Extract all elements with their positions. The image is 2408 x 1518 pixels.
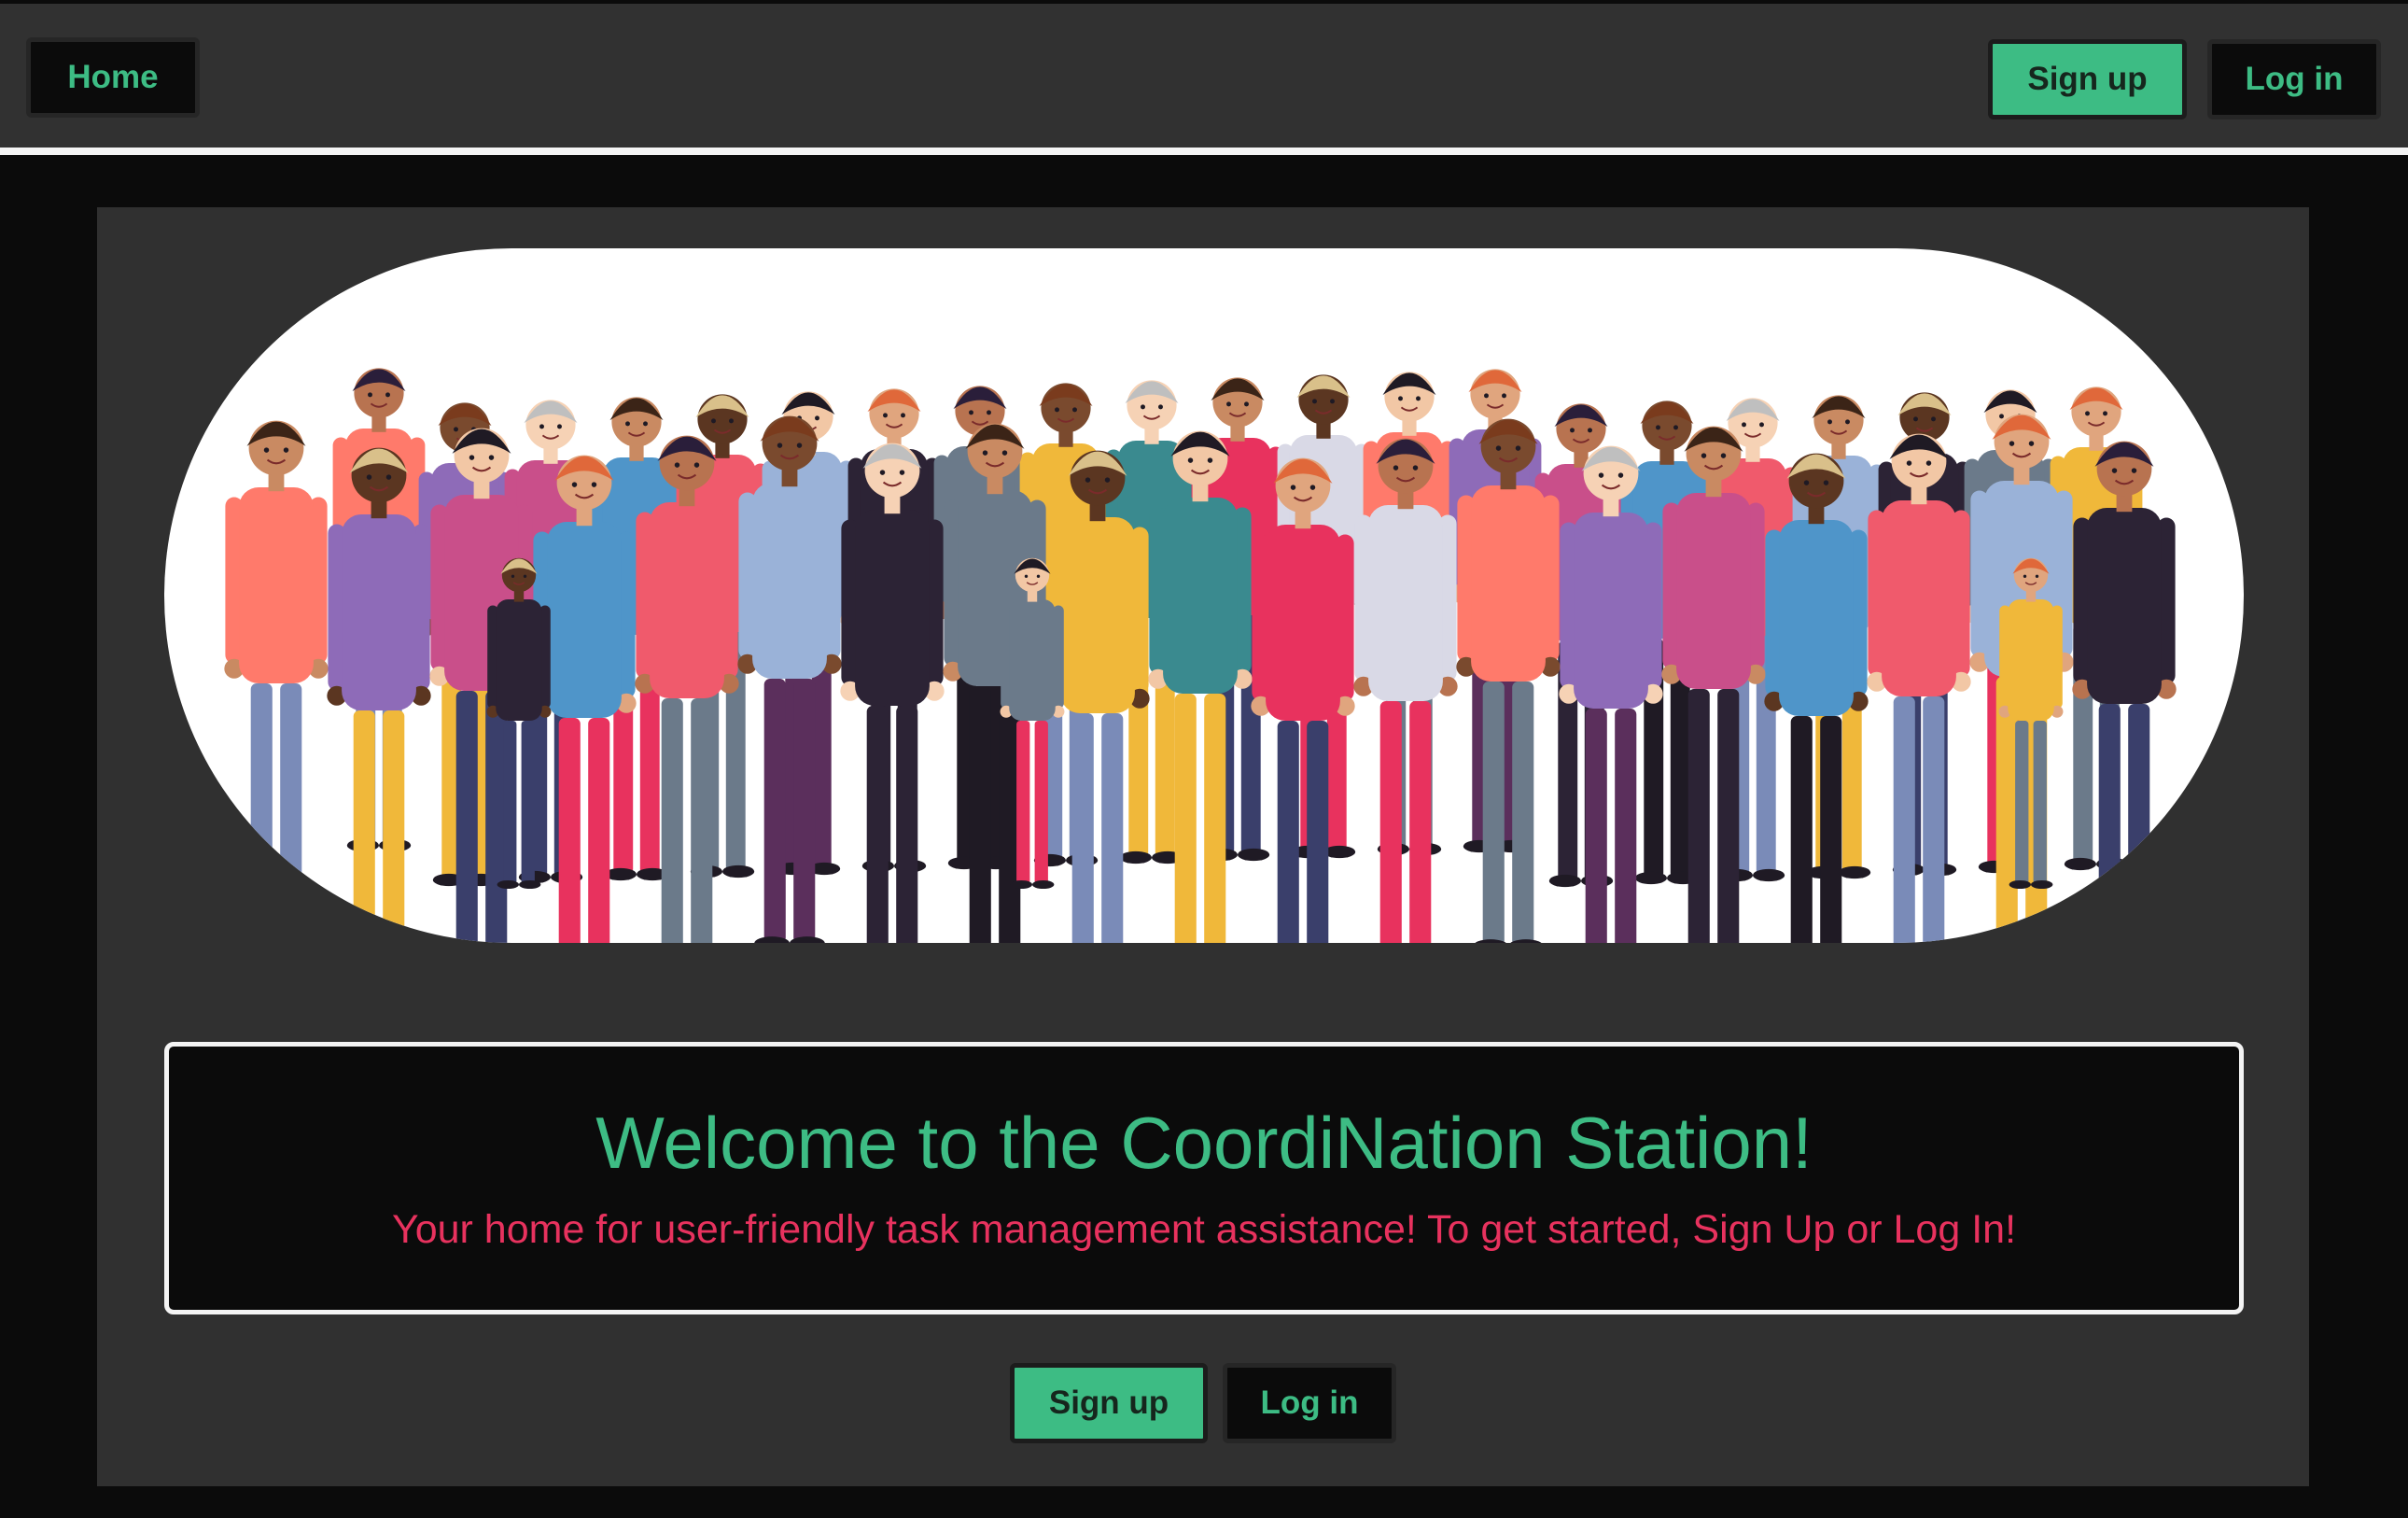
login-button[interactable]: Log in bbox=[2207, 39, 2381, 119]
cta-login-button[interactable]: Log in bbox=[1223, 1363, 1396, 1443]
main-panel: Welcome to the CoordiNation Station! You… bbox=[97, 207, 2309, 1486]
top-navbar: Home Sign up Log in bbox=[0, 0, 2408, 155]
home-button[interactable]: Home bbox=[26, 37, 200, 118]
welcome-title: Welcome to the CoordiNation Station! bbox=[595, 1102, 1813, 1184]
hero-illustration bbox=[164, 248, 2244, 943]
crowd-illustration bbox=[224, 368, 2177, 943]
cta-signup-button[interactable]: Sign up bbox=[1010, 1363, 1208, 1443]
welcome-subtitle: Your home for user-friendly task managem… bbox=[391, 1207, 2017, 1252]
welcome-box: Welcome to the CoordiNation Station! You… bbox=[164, 1042, 2244, 1314]
signup-button[interactable]: Sign up bbox=[1988, 39, 2187, 119]
